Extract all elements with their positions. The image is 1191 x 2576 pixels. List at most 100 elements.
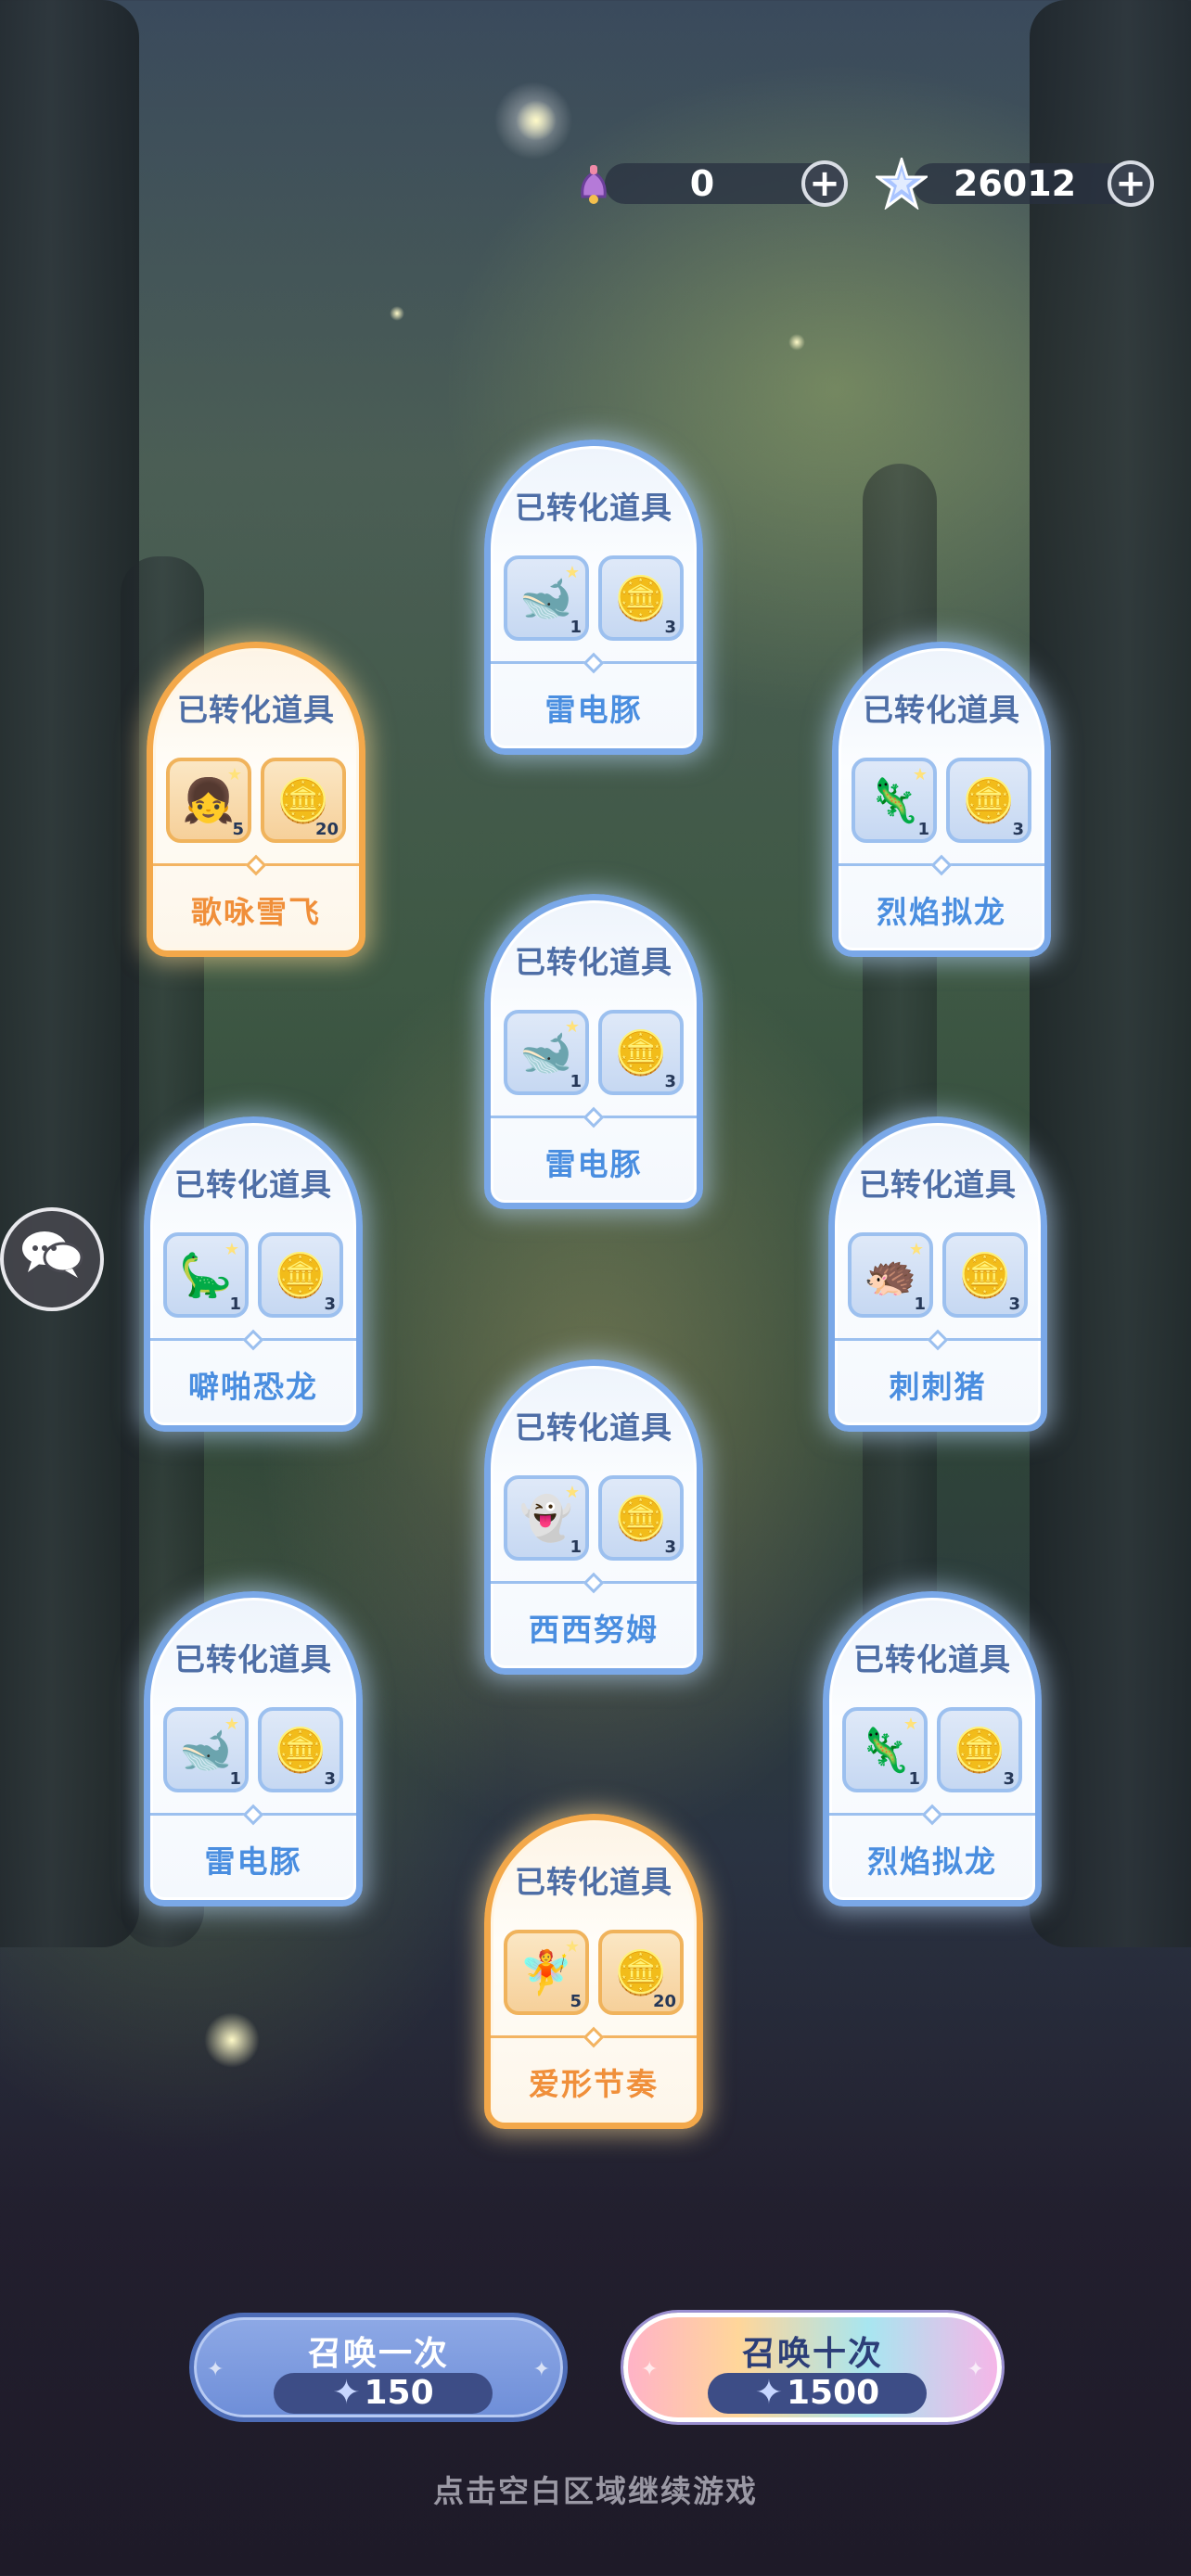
- cat-coin-icon: 🪙: [953, 1725, 1006, 1775]
- continue-hint[interactable]: 点击空白区域继续游戏: [0, 2467, 1191, 2511]
- item-slot[interactable]: 🪙 3: [942, 1232, 1028, 1318]
- cat-coin-icon: 🪙: [274, 1725, 327, 1775]
- card-divider: [491, 1116, 697, 1118]
- card-title: 已转化道具: [515, 1409, 672, 1446]
- item-slot[interactable]: 🪙 3: [258, 1707, 343, 1792]
- item-slot[interactable]: 🪙 20: [598, 1930, 684, 2015]
- item-slot[interactable]: 🪙 3: [598, 1010, 684, 1095]
- card-title: 已转化道具: [174, 1167, 332, 1203]
- summon-once-cost: ✦ 150: [274, 2373, 493, 2414]
- card-name: 爱形节奏: [529, 2066, 659, 2102]
- card-title: 已转化道具: [515, 944, 672, 980]
- item-count: 1: [917, 820, 929, 839]
- item-slot[interactable]: 🪙 3: [937, 1707, 1022, 1792]
- fire-dragon-icon: 🦎: [867, 775, 921, 825]
- card-name: 雷电豚: [544, 1146, 643, 1182]
- item-count: 3: [664, 618, 676, 637]
- summon-ten-cost: ✦ 1500: [708, 2373, 927, 2414]
- item-slot[interactable]: 🦎 ★ 1: [852, 758, 937, 843]
- item-slot[interactable]: 🦎 ★ 1: [842, 1707, 928, 1792]
- card-items: 👻 ★ 1 🪙 3: [504, 1475, 684, 1561]
- item-slot[interactable]: 👻 ★ 1: [504, 1475, 589, 1561]
- card-name: 歌咏雪飞: [191, 894, 321, 930]
- star-badge-icon: ★: [903, 1715, 918, 1734]
- cat-coin-icon: 🪙: [614, 1947, 668, 1997]
- item-slot[interactable]: 🧚 ★ 5: [504, 1930, 589, 2015]
- card-name: 雷电豚: [204, 1843, 302, 1880]
- card-divider: [835, 1338, 1041, 1341]
- converted-item-card[interactable]: 已转化道具 🧚 ★ 5 🪙 20 爱形节奏: [484, 1814, 703, 2129]
- firefly: [204, 2012, 260, 2068]
- bell-ticket-icon: [568, 158, 620, 210]
- summon-ten-label: 召唤十次: [741, 2335, 883, 2373]
- star-gem-icon: ✦: [332, 2374, 361, 2412]
- converted-item-card[interactable]: 已转化道具 👻 ★ 1 🪙 3 西西努姆: [484, 1359, 703, 1675]
- summon-ten-cost-value: 1500: [786, 2374, 880, 2412]
- chat-bubbles-icon: [19, 1226, 85, 1294]
- ticket-currency: 0 +: [568, 158, 855, 210]
- item-slot[interactable]: 🪙 3: [598, 1475, 684, 1561]
- tree-trunk-right: [1030, 0, 1191, 1947]
- card-divider: [491, 1581, 697, 1584]
- card-items: 🐋 ★ 1 🪙 3: [163, 1707, 343, 1792]
- add-star-button[interactable]: +: [1108, 160, 1154, 207]
- item-slot[interactable]: 🪙 3: [258, 1232, 343, 1318]
- item-slot[interactable]: 🐋 ★ 1: [163, 1707, 249, 1792]
- item-count: 3: [1012, 820, 1024, 839]
- item-count: 20: [314, 820, 339, 839]
- summon-once-cost-value: 150: [364, 2374, 434, 2412]
- item-slot[interactable]: 🪙 20: [261, 758, 346, 843]
- cat-coin-icon: 🪙: [276, 775, 330, 825]
- converted-item-card[interactable]: 已转化道具 🦕 ★ 1 🪙 3 噼啪恐龙: [144, 1116, 363, 1432]
- converted-item-card[interactable]: 已转化道具 🦎 ★ 1 🪙 3 烈焰拟龙: [832, 642, 1051, 957]
- purple-whale-icon: 🐋: [519, 573, 573, 623]
- card-divider: [829, 1813, 1035, 1816]
- item-count: 3: [324, 1769, 336, 1789]
- tree-trunk-left: [0, 0, 139, 1947]
- card-items: 🐋 ★ 1 🪙 3: [504, 1010, 684, 1095]
- star-badge-icon: ★: [564, 1017, 580, 1037]
- converted-item-card[interactable]: 已转化道具 🦔 ★ 1 🪙 3 刺刺猪: [828, 1116, 1047, 1432]
- item-count: 1: [908, 1769, 920, 1789]
- star-count: 26012: [953, 163, 1077, 204]
- card-name: 烈焰拟龙: [867, 1843, 997, 1880]
- card-title: 已转化道具: [174, 1641, 332, 1677]
- card-divider: [150, 1813, 356, 1816]
- card-title: 已转化道具: [515, 1864, 672, 1900]
- card-divider: [491, 661, 697, 664]
- star-badge-icon: ★: [912, 765, 928, 784]
- item-slot[interactable]: 🪙 3: [946, 758, 1031, 843]
- star-badge-icon: ★: [224, 1240, 239, 1259]
- card-title: 已转化道具: [859, 1167, 1017, 1203]
- card-items: 🦔 ★ 1 🪙 3: [848, 1232, 1028, 1318]
- converted-item-card[interactable]: 已转化道具 🐋 ★ 1 🪙 3 雷电豚: [484, 440, 703, 755]
- item-slot[interactable]: 🐋 ★ 1: [504, 555, 589, 641]
- star-gem-icon: [876, 158, 928, 210]
- item-count: 1: [914, 1294, 926, 1314]
- card-items: 🦎 ★ 1 🪙 3: [852, 758, 1031, 843]
- summon-once-label: 召唤一次: [307, 2335, 449, 2373]
- chat-button[interactable]: [0, 1207, 104, 1311]
- item-count: 1: [229, 1294, 241, 1314]
- item-slot[interactable]: 👧 ★ 5: [166, 758, 251, 843]
- converted-item-card[interactable]: 已转化道具 🐋 ★ 1 🪙 3 雷电豚: [484, 894, 703, 1209]
- summon-once-button[interactable]: ✦ ✦ 召唤一次 ✦ 150: [189, 2313, 568, 2422]
- card-name: 雷电豚: [544, 692, 643, 728]
- star-badge-icon: ★: [224, 1715, 239, 1734]
- card-name: 噼啪恐龙: [188, 1369, 318, 1405]
- converted-item-card[interactable]: 已转化道具 🦎 ★ 1 🪙 3 烈焰拟龙: [823, 1591, 1042, 1906]
- purple-whale-icon: 🐋: [519, 1027, 573, 1078]
- summon-ten-button[interactable]: ✦ ✦ 召唤十次 ✦ 1500: [623, 2313, 1002, 2422]
- card-title: 已转化道具: [515, 490, 672, 526]
- pink-dino-icon: 🦕: [179, 1250, 233, 1300]
- converted-item-card[interactable]: 已转化道具 👧 ★ 5 🪙 20 歌咏雪飞: [147, 642, 365, 957]
- star-badge-icon: ★: [564, 1483, 580, 1502]
- item-slot[interactable]: 🦕 ★ 1: [163, 1232, 249, 1318]
- item-slot[interactable]: 🪙 3: [598, 555, 684, 641]
- firefly: [788, 334, 805, 351]
- item-slot[interactable]: 🐋 ★ 1: [504, 1010, 589, 1095]
- converted-item-card[interactable]: 已转化道具 🐋 ★ 1 🪙 3 雷电豚: [144, 1591, 363, 1906]
- item-count: 3: [664, 1072, 676, 1091]
- item-slot[interactable]: 🦔 ★ 1: [848, 1232, 933, 1318]
- add-ticket-button[interactable]: +: [801, 160, 848, 207]
